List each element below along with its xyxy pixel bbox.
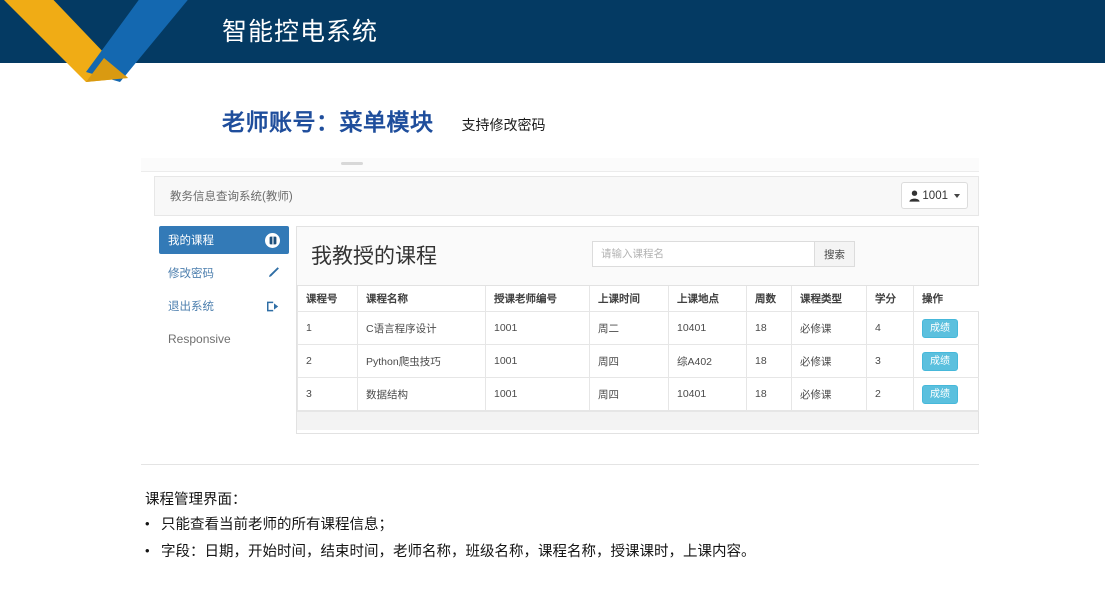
- cell-course-type: 必修课: [791, 377, 867, 411]
- banner-title: 智能控电系统: [222, 18, 379, 46]
- table-header-row: 课程号 课程名称 授课老师编号 上课时间 上课地点 周数 课程类型 学分 操作: [297, 286, 979, 312]
- column-header-teacher-no: 授课老师编号: [485, 286, 590, 312]
- sidebar-item-label: 修改密码: [168, 268, 214, 280]
- panel-header: 我教授的课程 搜索: [297, 227, 978, 286]
- course-search-group: 搜索: [592, 241, 855, 267]
- column-header-course-type: 课程类型: [791, 286, 867, 312]
- list-item: • 字段：日期，开始时间，结束时间，老师名称，班级名称，课程名称，授课课时，上课…: [145, 542, 1025, 563]
- table-row: 2 Python爬虫技巧 1001 周四 综A402 18 必修课 3 成绩: [297, 344, 979, 378]
- cell-credits: 4: [866, 311, 914, 345]
- browser-chrome-strip: [141, 158, 979, 172]
- note-text: 字段：日期，开始时间，结束时间，老师名称，班级名称，课程名称，授课课时，上课内容…: [161, 544, 756, 561]
- cell-action: 成绩: [913, 311, 979, 345]
- cell-teacher-no: 1001: [485, 311, 590, 345]
- screenshot-bottom-divider: [141, 464, 979, 465]
- column-header-class-place: 上课地点: [668, 286, 747, 312]
- cell-course-name: Python爬虫技巧: [357, 344, 486, 378]
- cell-class-place: 10401: [668, 311, 747, 345]
- app-sidebar: 我的课程 修改密码 退出系统 Responsive: [159, 226, 289, 346]
- v-logo-icon: [4, 0, 188, 82]
- column-header-class-time: 上课时间: [589, 286, 669, 312]
- grade-button[interactable]: 成绩: [922, 318, 958, 338]
- table-row: 1 C语言程序设计 1001 周二 10401 18 必修课 4 成绩: [297, 311, 979, 345]
- cell-weeks: 18: [746, 377, 792, 411]
- user-icon: [909, 190, 921, 202]
- notes-block: 课程管理界面： • 只能查看当前老师的所有课程信息； • 字段：日期，开始时间，…: [145, 488, 1025, 569]
- cell-course-name: 数据结构: [357, 377, 486, 411]
- grade-button[interactable]: 成绩: [922, 351, 958, 371]
- column-header-action: 操作: [913, 286, 979, 312]
- app-navbar: 教务信息查询系统(教师) 1001: [154, 176, 979, 216]
- notes-heading: 课程管理界面：: [145, 492, 247, 508]
- panel-footer: [297, 411, 978, 430]
- cell-course-name: C语言程序设计: [357, 311, 486, 345]
- user-menu-button[interactable]: 1001: [901, 182, 968, 209]
- navbar-brand: 教务信息查询系统(教师): [170, 191, 293, 203]
- sidebar-item-my-courses[interactable]: 我的课程: [159, 226, 289, 254]
- courses-table: 课程号 课程名称 授课老师编号 上课时间 上课地点 周数 课程类型 学分 操作 …: [297, 286, 979, 411]
- sidebar-item-logout[interactable]: 退出系统: [159, 292, 289, 320]
- page-banner: 智能控电系统: [0, 0, 1105, 82]
- column-header-weeks: 周数: [746, 286, 792, 312]
- cell-weeks: 18: [746, 344, 792, 378]
- sidebar-item-change-password[interactable]: 修改密码: [159, 259, 289, 287]
- bullet-icon: •: [145, 543, 150, 559]
- courses-panel: 我教授的课程 搜索 课程号 课程名称 授课老师编号 上课时间 上课地点 周数 课: [296, 226, 979, 434]
- cell-class-time: 周二: [589, 311, 669, 345]
- cell-teacher-no: 1001: [485, 344, 590, 378]
- table-row: 3 数据结构 1001 周四 10401 18 必修课 2 成绩: [297, 377, 979, 411]
- user-menu-label: 1001: [922, 189, 948, 202]
- list-item: • 只能查看当前老师的所有课程信息；: [145, 515, 1025, 536]
- column-header-course-name: 课程名称: [357, 286, 486, 312]
- search-button[interactable]: 搜索: [814, 241, 855, 267]
- book-badge-icon: [265, 232, 280, 248]
- cell-course-no: 1: [297, 311, 358, 345]
- grade-button[interactable]: 成绩: [922, 384, 958, 404]
- sidebar-item-label: 我的课程: [168, 235, 214, 247]
- column-header-course-no: 课程号: [297, 286, 358, 312]
- cell-credits: 2: [866, 377, 914, 411]
- sidebar-item-label: 退出系统: [168, 301, 214, 313]
- slide-heading: 老师账号：菜单模块 支持修改密码: [222, 103, 546, 137]
- search-input[interactable]: [592, 241, 814, 267]
- chevron-down-icon: [954, 193, 960, 198]
- cell-action: 成绩: [913, 377, 979, 411]
- column-header-credits: 学分: [866, 286, 914, 312]
- app-screenshot: 教务信息查询系统(教师) 1001 我的课程 修改密码 退出系统 Respons…: [141, 158, 979, 466]
- cell-action: 成绩: [913, 344, 979, 378]
- sidebar-footer-note: Responsive: [168, 332, 231, 346]
- cell-class-time: 周四: [589, 344, 669, 378]
- slide-subtitle: 支持修改密码: [461, 117, 546, 133]
- bullet-icon: •: [145, 516, 150, 531]
- cell-teacher-no: 1001: [485, 377, 590, 411]
- cell-class-place: 10401: [668, 377, 747, 411]
- browser-tab-nub: [341, 162, 363, 165]
- cell-weeks: 18: [746, 311, 792, 345]
- cell-course-no: 2: [297, 344, 358, 378]
- panel-title: 我教授的课程: [311, 245, 437, 268]
- note-text: 只能查看当前老师的所有课程信息；: [161, 517, 393, 533]
- cell-course-type: 必修课: [791, 344, 867, 378]
- cell-class-place: 综A402: [668, 344, 747, 378]
- cell-credits: 3: [866, 344, 914, 378]
- cell-course-no: 3: [297, 377, 358, 411]
- slide-title: 老师账号：菜单模块: [222, 109, 434, 135]
- cell-class-time: 周四: [589, 377, 669, 411]
- logout-icon: [266, 300, 280, 313]
- cell-course-type: 必修课: [791, 311, 867, 345]
- pencil-icon: [266, 266, 280, 280]
